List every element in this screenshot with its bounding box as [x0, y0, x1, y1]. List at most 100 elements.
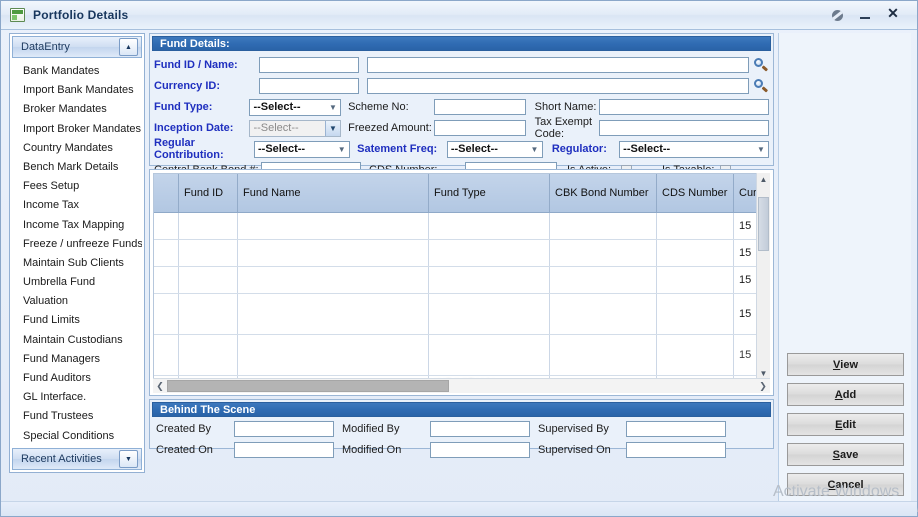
horizontal-scrollbar-thumb[interactable]	[167, 380, 449, 392]
column-header-cds-number[interactable]: CDS Number	[656, 174, 734, 213]
cancel-button-key: C	[827, 478, 836, 491]
fund-details-title: Fund Details:	[152, 36, 771, 51]
label-tax-exempt-code: Tax Exempt Code:	[534, 116, 593, 140]
sidebar-item-bank-mandates[interactable]: Bank Mandates	[12, 62, 142, 81]
cell-fund-type	[428, 334, 550, 376]
currency-name-input[interactable]	[366, 78, 750, 94]
label-fund-type: Fund Type:	[154, 101, 213, 113]
sidebar-item-gl-interface[interactable]: GL Interface.	[12, 388, 142, 407]
fund-name-input[interactable]	[366, 57, 750, 73]
label-regular-contribution: Regular Contribution:	[154, 137, 224, 161]
sidebar-item-fund-limits[interactable]: Fund Limits	[12, 311, 142, 330]
sidebar-item-maintain-custodians[interactable]: Maintain Custodians	[12, 331, 142, 350]
column-header-fund-id[interactable]: Fund ID	[178, 174, 238, 213]
label-fund-id-name: Fund ID / Name:	[154, 59, 238, 71]
table-row[interactable]: 15	[154, 239, 769, 267]
cell-cbk-bond-number	[549, 293, 657, 335]
sidebar-item-maintain-sub-clients[interactable]: Maintain Sub Clients	[12, 254, 142, 273]
sidebar-item-fees-setup[interactable]: Fees Setup	[12, 177, 142, 196]
column-header-fund-type[interactable]: Fund Type	[428, 174, 550, 213]
sidebar-item-valuation[interactable]: Valuation	[12, 292, 142, 311]
tax-exempt-code-input[interactable]	[598, 120, 769, 136]
created-on-input[interactable]	[234, 441, 334, 458]
grid-vertical-scrollbar[interactable]: ▲ ▼	[756, 173, 770, 379]
cell-cds-number	[656, 239, 734, 267]
window-app-icon	[10, 8, 25, 22]
sidebar-item-broker-mandates[interactable]: Broker Mandates	[12, 100, 142, 119]
freezed-amount-input[interactable]	[433, 120, 526, 136]
add-button[interactable]: Add	[787, 383, 904, 406]
sidebar-item-country-mandates[interactable]: Country Mandates	[12, 139, 142, 158]
supervised-on-input[interactable]	[626, 441, 726, 458]
vertical-scrollbar-thumb[interactable]	[758, 197, 769, 251]
close-icon[interactable]: ✕	[879, 4, 907, 26]
table-row[interactable]: 15	[154, 266, 769, 294]
sidebar-item-fund-auditors[interactable]: Fund Auditors	[12, 369, 142, 388]
cell-cbk-bond-number	[549, 239, 657, 267]
chevron-down-icon[interactable]: ▼	[119, 450, 138, 468]
table-row[interactable]: 15	[154, 334, 769, 376]
label-freezed-amount: Freezed Amount:	[348, 122, 432, 134]
sidebar-item-import-broker-mandates[interactable]: Import Broker Mandates	[12, 120, 142, 139]
cancel-button[interactable]: Cancel	[787, 473, 904, 496]
edit-button[interactable]: Edit	[787, 413, 904, 436]
sidebar-item-freeze-unfreeze-funds[interactable]: Freeze / unfreeze Funds	[12, 235, 142, 254]
sidebar-item-fund-trustees[interactable]: Fund Trustees	[12, 407, 142, 426]
search-icon[interactable]	[753, 57, 769, 73]
fund-type-select[interactable]: --Select-- ▼	[249, 98, 341, 116]
sidebar-item-income-tax-mapping[interactable]: Income Tax Mapping	[12, 216, 142, 235]
table-row[interactable]: 15 0	[154, 293, 769, 335]
cell-select[interactable]	[154, 334, 179, 376]
sidebar-item-import-bank-mandates[interactable]: Import Bank Mandates	[12, 81, 142, 100]
column-header-select[interactable]	[154, 174, 179, 213]
sidebar-group-recent-activities[interactable]: Recent Activities ▼	[12, 448, 142, 470]
supervised-by-input[interactable]	[626, 420, 726, 437]
regulator-select[interactable]: --Select-- ▼	[619, 140, 770, 158]
sidebar-item-umbrella-fund[interactable]: Umbrella Fund	[12, 273, 142, 292]
behind-the-scene-row-created: Created By Modified By Supervised By	[156, 419, 773, 438]
grid-horizontal-scrollbar[interactable]: ❮ ❯	[153, 378, 770, 393]
table-row[interactable]: 15 0	[154, 212, 769, 240]
chevron-right-icon[interactable]: ❯	[756, 381, 770, 392]
cell-cbk-bond-number	[549, 334, 657, 376]
search-icon[interactable]	[753, 78, 769, 94]
statement-freq-select[interactable]: --Select-- ▼	[446, 140, 543, 158]
cell-fund-name	[237, 293, 429, 335]
inception-date-select[interactable]: --Select-- ▼	[249, 119, 341, 137]
refresh-icon[interactable]	[823, 4, 851, 26]
label-statement-freq: Satement Freq:	[357, 143, 438, 155]
cell-cbk-bond-number	[549, 266, 657, 294]
cell-select[interactable]	[154, 239, 179, 267]
sidebar-item-bench-mark-details[interactable]: Bench Mark Details	[12, 158, 142, 177]
regular-contribution-select[interactable]: --Select-- ▼	[254, 140, 350, 158]
cell-select[interactable]	[154, 212, 179, 240]
label-regulator: Regulator:	[551, 143, 607, 155]
chevron-up-icon[interactable]: ▲	[758, 173, 769, 185]
sidebar-item-income-tax[interactable]: Income Tax	[12, 196, 142, 215]
cell-fund-type	[428, 266, 550, 294]
horizontal-scrollbar-track[interactable]	[167, 380, 756, 392]
view-button[interactable]: View	[787, 353, 904, 376]
currency-id-input[interactable]	[258, 78, 359, 94]
fund-id-input[interactable]	[258, 57, 359, 73]
short-name-input[interactable]	[598, 99, 769, 115]
cell-fund-type	[428, 212, 550, 240]
label-modified-on: Modified On	[342, 443, 402, 456]
created-by-input[interactable]	[234, 420, 334, 437]
chevron-up-icon[interactable]: ▲	[119, 38, 138, 56]
column-header-cbk-bond-number[interactable]: CBK Bond Number	[549, 174, 657, 213]
fund-grid-panel: Fund ID Fund Name Fund Type CBK Bond Num…	[149, 169, 774, 396]
cell-select[interactable]	[154, 266, 179, 294]
cell-select[interactable]	[154, 293, 179, 335]
sidebar-group-dataentry[interactable]: DataEntry ▲	[12, 36, 142, 58]
sidebar-item-fund-managers[interactable]: Fund Managers	[12, 350, 142, 369]
minimize-icon[interactable]	[851, 4, 879, 26]
column-header-fund-name[interactable]: Fund Name	[237, 174, 429, 213]
modified-on-input[interactable]	[430, 441, 530, 458]
chevron-left-icon[interactable]: ❮	[153, 381, 167, 392]
modified-by-input[interactable]	[430, 420, 530, 437]
scheme-no-input[interactable]	[433, 99, 526, 115]
save-button-post: ave	[839, 448, 859, 461]
save-button[interactable]: Save	[787, 443, 904, 466]
sidebar-item-special-conditions[interactable]: Special Conditions	[12, 427, 142, 446]
